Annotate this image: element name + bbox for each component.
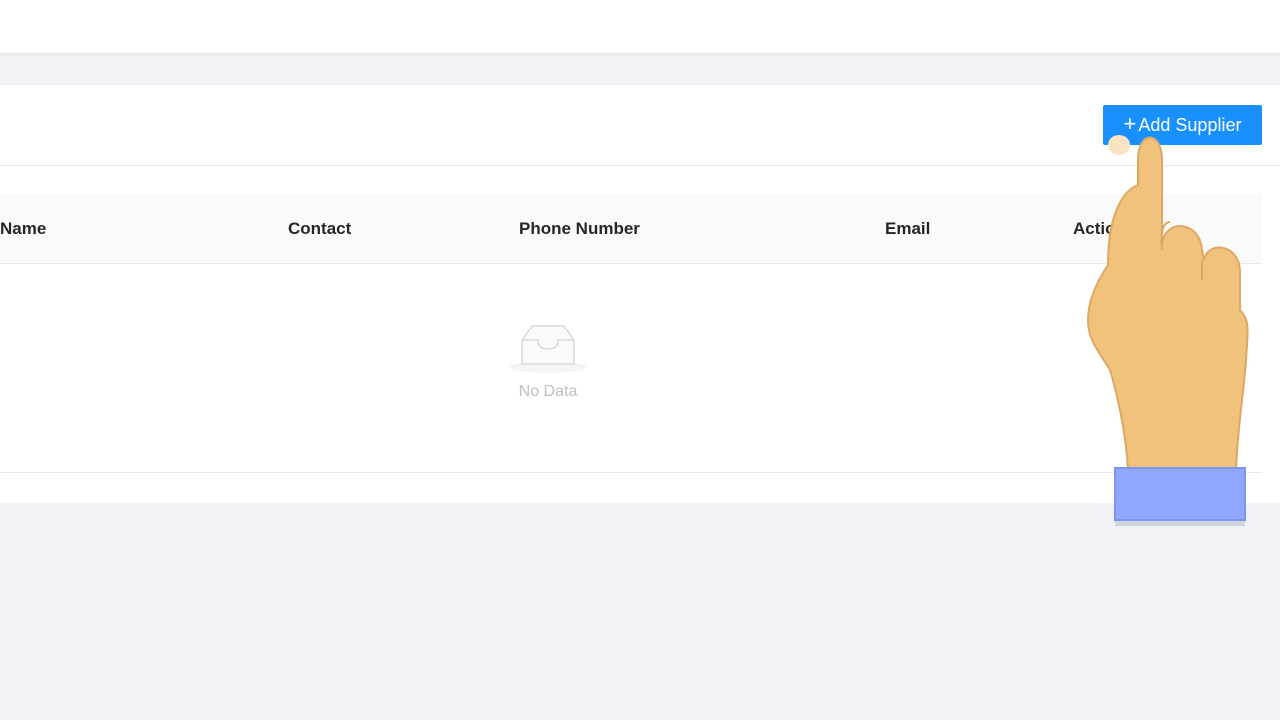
column-header-phone-number[interactable]: Phone Number: [519, 194, 640, 263]
column-header-email[interactable]: Email: [885, 194, 930, 263]
column-header-contact[interactable]: Contact: [288, 194, 351, 263]
top-header-bar: [0, 0, 1280, 53]
table-body: No Data: [0, 264, 1262, 473]
column-header-action[interactable]: Action: [1073, 194, 1126, 263]
table-header: Name Contact Phone Number Email Action: [0, 194, 1262, 264]
supplier-panel: + Add Supplier Name Contact Phone Number…: [0, 85, 1280, 503]
plus-icon: +: [1123, 111, 1137, 136]
empty-state: No Data: [488, 322, 608, 401]
empty-inbox-icon: [510, 325, 586, 373]
add-supplier-label: Add Supplier: [1138, 114, 1242, 135]
empty-state-text: No Data: [518, 383, 578, 400]
panel-toolbar: + Add Supplier: [0, 85, 1280, 166]
column-header-name[interactable]: Name: [0, 194, 46, 263]
add-supplier-button[interactable]: + Add Supplier: [1103, 105, 1262, 145]
